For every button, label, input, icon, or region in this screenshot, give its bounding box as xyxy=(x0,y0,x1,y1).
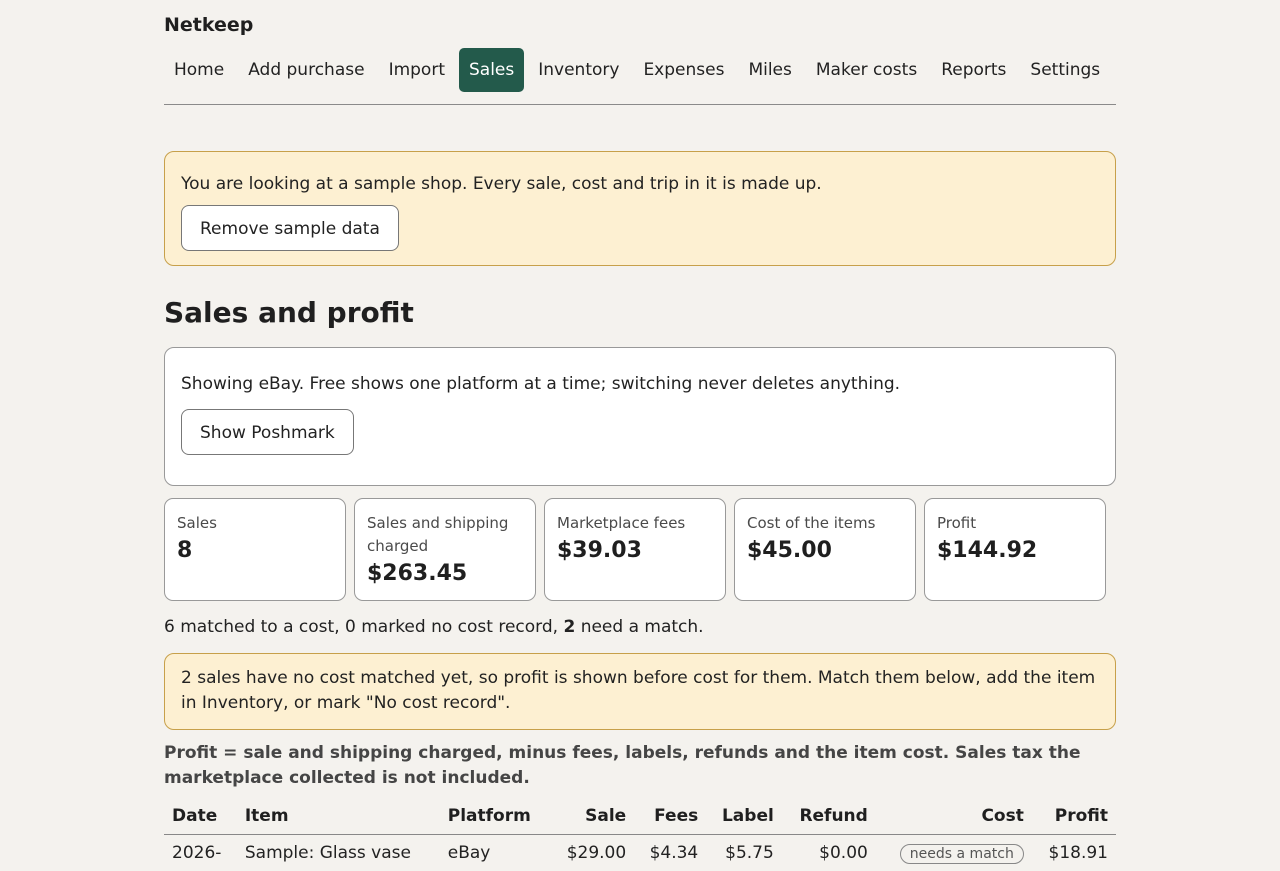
nav-item-sales[interactable]: Sales xyxy=(459,48,524,92)
stat-card-sales: Sales 8 xyxy=(164,498,346,601)
cell-item[interactable]: Sample: Glass vase xyxy=(237,835,440,871)
column-header-refund[interactable]: Refund xyxy=(782,798,876,835)
nav-item-settings[interactable]: Settings xyxy=(1020,48,1110,92)
stat-label: Marketplace fees xyxy=(557,512,713,535)
cell-sale: $29.00 xyxy=(550,835,634,871)
profit-formula-note: Profit = sale and shipping charged, minu… xyxy=(164,741,1116,791)
unmatched-warning-banner: 2 sales have no cost matched yet, so pro… xyxy=(164,653,1116,730)
nav-item-expenses[interactable]: Expenses xyxy=(633,48,734,92)
nav-item-inventory[interactable]: Inventory xyxy=(528,48,629,92)
main-nav: Home Add purchase Import Sales Inventory… xyxy=(164,48,1114,92)
cell-date: 2026- xyxy=(164,835,237,871)
table-header-row: Date Item Platform Sale Fees Label Refun… xyxy=(164,798,1116,835)
nav-item-maker-costs[interactable]: Maker costs xyxy=(806,48,927,92)
nav-item-miles[interactable]: Miles xyxy=(738,48,801,92)
cell-platform: eBay xyxy=(440,835,550,871)
sample-banner-text: You are looking at a sample shop. Every … xyxy=(181,174,822,194)
column-header-platform[interactable]: Platform xyxy=(440,798,550,835)
show-poshmark-button[interactable]: Show Poshmark xyxy=(181,409,354,455)
stat-value: $144.92 xyxy=(937,537,1093,565)
stat-value: $39.03 xyxy=(557,537,713,565)
column-header-item[interactable]: Item xyxy=(237,798,440,835)
nav-item-import[interactable]: Import xyxy=(379,48,455,92)
match-summary-before: 6 matched to a cost, 0 marked no cost re… xyxy=(164,617,558,637)
nav-item-reports[interactable]: Reports xyxy=(931,48,1016,92)
sales-table: Date Item Platform Sale Fees Label Refun… xyxy=(164,798,1116,871)
cell-profit: $18.91 xyxy=(1032,835,1116,871)
match-summary: 6 matched to a cost, 0 marked no cost re… xyxy=(164,617,704,637)
stat-value: 8 xyxy=(177,537,333,565)
page-title: Sales and profit xyxy=(164,296,414,329)
cell-cost: needs a match xyxy=(876,835,1032,871)
sample-data-banner: You are looking at a sample shop. Every … xyxy=(164,151,1116,266)
nav-item-add-purchase[interactable]: Add purchase xyxy=(238,48,374,92)
nav-divider xyxy=(164,104,1116,105)
table-row[interactable]: 2026- Sample: Glass vase eBay $29.00 $4.… xyxy=(164,835,1116,871)
stat-value: $45.00 xyxy=(747,537,903,565)
nav-item-home[interactable]: Home xyxy=(164,48,234,92)
stat-label: Profit xyxy=(937,512,1093,535)
cell-label: $5.75 xyxy=(706,835,782,871)
stat-card-profit: Profit $144.92 xyxy=(924,498,1106,601)
stat-card-sales-shipping: Sales and shipping charged $263.45 xyxy=(354,498,536,601)
column-header-label[interactable]: Label xyxy=(706,798,782,835)
column-header-date[interactable]: Date xyxy=(164,798,237,835)
stat-card-cost-of-items: Cost of the items $45.00 xyxy=(734,498,916,601)
stats-row: Sales 8 Sales and shipping charged $263.… xyxy=(164,498,1106,601)
column-header-cost[interactable]: Cost xyxy=(876,798,1032,835)
needs-match-badge[interactable]: needs a match xyxy=(900,844,1024,864)
remove-sample-data-button[interactable]: Remove sample data xyxy=(181,205,399,251)
cell-refund: $0.00 xyxy=(782,835,876,871)
warning-text: 2 sales have no cost matched yet, so pro… xyxy=(181,666,1101,716)
stat-value: $263.45 xyxy=(367,560,523,588)
column-header-profit[interactable]: Profit xyxy=(1032,798,1116,835)
column-header-sale[interactable]: Sale xyxy=(550,798,634,835)
platform-card: Showing eBay. Free shows one platform at… xyxy=(164,347,1116,486)
match-summary-after: need a match. xyxy=(581,617,704,637)
column-header-fees[interactable]: Fees xyxy=(634,798,706,835)
platform-card-text: Showing eBay. Free shows one platform at… xyxy=(181,374,900,394)
stat-label: Cost of the items xyxy=(747,512,903,535)
stat-label: Sales and shipping charged xyxy=(367,512,523,558)
stat-card-marketplace-fees: Marketplace fees $39.03 xyxy=(544,498,726,601)
app-brand[interactable]: Netkeep xyxy=(164,14,253,36)
match-summary-count: 2 xyxy=(563,617,575,637)
cell-fees: $4.34 xyxy=(634,835,706,871)
stat-label: Sales xyxy=(177,512,333,535)
